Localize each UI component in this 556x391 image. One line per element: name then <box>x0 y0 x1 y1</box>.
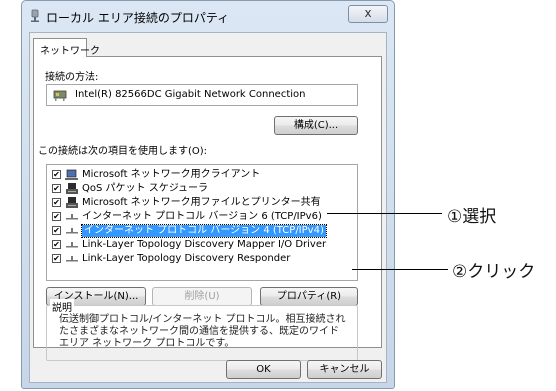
adapter-field: Intel(R) 82566DC Gigabit Network Connect… <box>46 84 358 106</box>
window-title: ローカル エリア接続のプロパティ <box>46 11 230 25</box>
configure-button[interactable]: 構成(C)... <box>274 116 358 135</box>
close-icon: x <box>364 6 372 20</box>
protocol-icon <box>66 214 78 220</box>
cancel-button[interactable]: キャンセル <box>307 360 382 379</box>
list-item-label: Link-Layer Topology Discovery Mapper I/O… <box>82 239 327 250</box>
checkbox[interactable]: ✔ <box>52 198 61 207</box>
service-icon <box>66 197 78 208</box>
properties-dialog: ローカル エリア接続のプロパティ x ネットワーク 接続の方法: Intel(R… <box>21 0 395 389</box>
annotation-click: ②クリック <box>452 262 536 282</box>
network-connection-icon <box>31 9 39 22</box>
list-item-label: インターネット プロトコル バージョン 6 (TCP/IPv6) <box>82 211 322 222</box>
checkbox[interactable]: ✔ <box>52 170 61 179</box>
list-item-label: Link-Layer Topology Discovery Responder <box>82 253 291 264</box>
list-item-ipv6[interactable]: ✔ インターネット プロトコル バージョン 6 (TCP/IPv6) <box>48 211 356 224</box>
annotation-select: ①選択 <box>447 207 497 227</box>
list-item-file-printer-sharing[interactable]: ✔ Microsoft ネットワーク用ファイルとプリンター共有 <box>48 197 356 210</box>
checkbox[interactable]: ✔ <box>52 240 61 249</box>
annotation-line-click <box>352 269 448 270</box>
configure-button-label: 構成(C)... <box>293 120 339 131</box>
list-item-label: Microsoft ネットワーク用ファイルとプリンター共有 <box>82 197 321 208</box>
cancel-button-label: キャンセル <box>319 364 370 375</box>
properties-button[interactable]: プロパティ(R) <box>260 287 358 306</box>
list-item-ms-client[interactable]: ✔ Microsoft ネットワーク用クライアント <box>48 169 356 182</box>
checkbox[interactable]: ✔ <box>52 226 61 235</box>
checkbox[interactable]: ✔ <box>52 212 61 221</box>
checkbox[interactable]: ✔ <box>52 254 61 263</box>
items-label: この接続は次の項目を使用します(O): <box>38 146 208 157</box>
network-client-icon <box>65 169 78 180</box>
list-item-label: インターネット プロトコル バージョン 4 (TCP/IPv4) <box>81 224 327 238</box>
list-item-lltd-responder[interactable]: ✔ Link-Layer Topology Discovery Responde… <box>48 253 356 266</box>
close-button[interactable]: x <box>348 5 388 23</box>
list-item-qos[interactable]: ✔ QoS パケット スケジューラ <box>48 183 356 196</box>
components-list[interactable]: ✔ Microsoft ネットワーク用クライアント ✔ QoS パケット スケジ… <box>46 164 358 281</box>
uninstall-button-label: 削除(U) <box>184 291 220 302</box>
dialog-client-area: ネットワーク 接続の方法: Intel(R) 82566DC Gigabit N… <box>29 32 387 383</box>
checkbox[interactable]: ✔ <box>52 184 61 193</box>
description-legend: 説明 <box>50 299 74 314</box>
uninstall-button[interactable]: 削除(U) <box>152 287 252 306</box>
protocol-icon <box>66 228 78 234</box>
ok-button[interactable]: OK <box>226 360 301 379</box>
protocol-icon <box>66 256 78 262</box>
description-text: 伝送制御プロトコル/インターネット プロトコル。相互接続されたさまざまなネットワ… <box>59 314 346 349</box>
list-item-label: Microsoft ネットワーク用クライアント <box>82 169 261 180</box>
title-bar: ローカル エリア接続のプロパティ x <box>22 1 394 33</box>
ok-button-label: OK <box>256 364 271 375</box>
network-adapter-icon <box>53 90 67 101</box>
tab-page-network: 接続の方法: Intel(R) 82566DC Gigabit Network … <box>33 56 382 361</box>
properties-button-label: プロパティ(R) <box>276 291 342 302</box>
description-group: 説明 伝送制御プロトコル/インターネット プロトコル。相互接続されたさまざまなネ… <box>46 299 358 361</box>
protocol-icon <box>66 242 78 248</box>
list-item-ipv4[interactable]: ✔ インターネット プロトコル バージョン 4 (TCP/IPv4) <box>48 224 356 238</box>
annotation-line-select <box>327 213 442 214</box>
adapter-name: Intel(R) 82566DC Gigabit Network Connect… <box>75 89 306 100</box>
connect-using-label: 接続の方法: <box>45 72 99 83</box>
list-item-label: QoS パケット スケジューラ <box>82 183 208 194</box>
tab-network-label: ネットワーク <box>40 46 100 57</box>
list-item-lltd-mapper[interactable]: ✔ Link-Layer Topology Discovery Mapper I… <box>48 239 356 252</box>
tab-network[interactable]: ネットワーク <box>33 38 100 57</box>
service-icon <box>66 183 78 194</box>
